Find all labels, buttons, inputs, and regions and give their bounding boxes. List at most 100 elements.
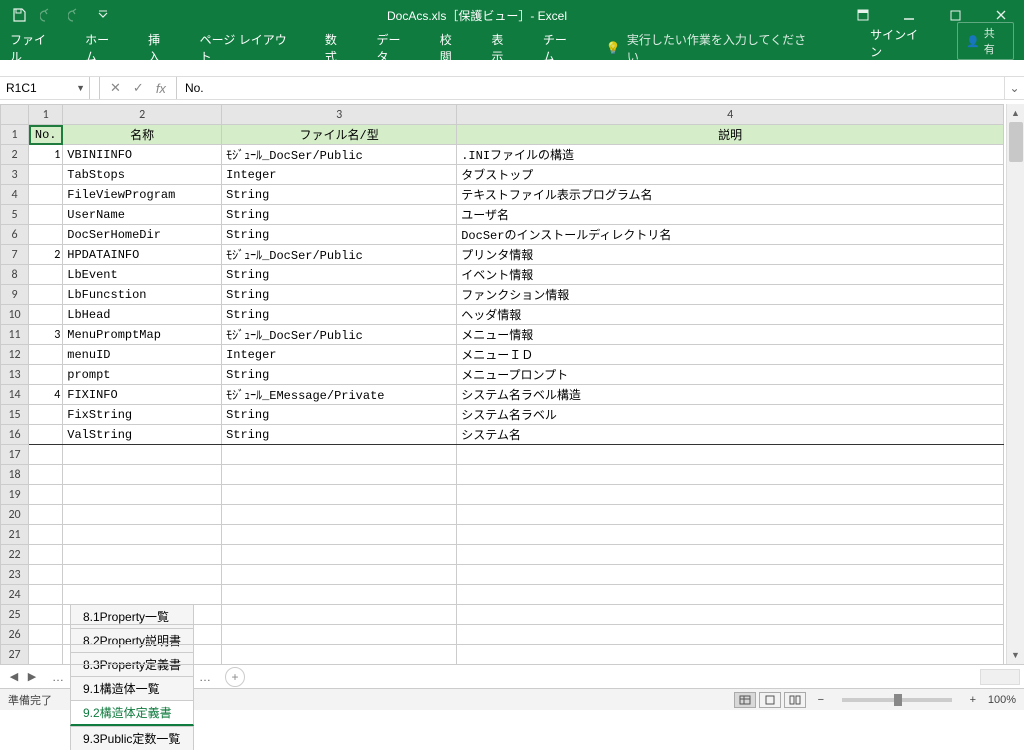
tab-team[interactable]: チーム: [543, 36, 578, 60]
cell[interactable]: No.: [29, 125, 63, 145]
row-header[interactable]: 14: [1, 385, 29, 405]
row-header[interactable]: 22: [1, 545, 29, 565]
row-header[interactable]: 20: [1, 505, 29, 525]
sheet-overflow-right[interactable]: …: [193, 670, 217, 684]
cell[interactable]: TabStops: [63, 165, 222, 185]
cell[interactable]: [222, 585, 457, 605]
cell[interactable]: VBINIINFO: [63, 145, 222, 165]
cell[interactable]: .INIファイルの構造: [457, 145, 1004, 165]
sheet-tab[interactable]: 9.1構造体一覧: [70, 676, 194, 700]
save-icon[interactable]: [8, 4, 30, 26]
cell[interactable]: [63, 505, 222, 525]
zoom-in-button[interactable]: +: [966, 694, 980, 706]
cell[interactable]: String: [222, 425, 457, 445]
tell-me[interactable]: 💡 実行したい作業を入力してください: [606, 36, 814, 60]
cell[interactable]: String: [222, 185, 457, 205]
tab-file[interactable]: ファイル: [10, 36, 57, 60]
cell[interactable]: [63, 565, 222, 585]
cell[interactable]: メニュープロンプト: [457, 365, 1004, 385]
sheet-nav-prev[interactable]: ◀: [6, 670, 22, 683]
cell[interactable]: ﾓｼﾞｭｰﾙ_DocSer/Public: [222, 325, 457, 345]
view-page-layout-icon[interactable]: [759, 692, 781, 708]
cell[interactable]: [457, 465, 1004, 485]
ribbon-display-icon[interactable]: [840, 0, 886, 30]
cell[interactable]: [29, 185, 63, 205]
sheet-overflow-left[interactable]: …: [46, 670, 70, 684]
qat-customize-icon[interactable]: [92, 4, 114, 26]
cell[interactable]: [29, 605, 63, 625]
row-header[interactable]: 3: [1, 165, 29, 185]
cell[interactable]: [222, 525, 457, 545]
cell[interactable]: [29, 545, 63, 565]
select-all-corner[interactable]: [1, 105, 29, 125]
cell[interactable]: [29, 625, 63, 645]
row-header[interactable]: 4: [1, 185, 29, 205]
cell[interactable]: 1: [29, 145, 63, 165]
col-header[interactable]: 2: [63, 105, 222, 125]
cell[interactable]: 名称: [63, 125, 222, 145]
cell[interactable]: FileViewProgram: [63, 185, 222, 205]
row-header[interactable]: 16: [1, 425, 29, 445]
scroll-down-icon[interactable]: ▼: [1007, 646, 1024, 664]
row-header[interactable]: 13: [1, 365, 29, 385]
chevron-down-icon[interactable]: ▼: [76, 83, 85, 93]
sheet-tab[interactable]: 9.3Public定数一覧: [70, 726, 194, 750]
cell[interactable]: テキストファイル表示プログラム名: [457, 185, 1004, 205]
col-header[interactable]: 4: [457, 105, 1004, 125]
cell[interactable]: [29, 225, 63, 245]
cell[interactable]: [222, 505, 457, 525]
cell[interactable]: String: [222, 305, 457, 325]
scroll-thumb[interactable]: [1009, 122, 1023, 162]
tab-view[interactable]: 表示: [491, 36, 515, 60]
cell[interactable]: [29, 505, 63, 525]
cell[interactable]: String: [222, 285, 457, 305]
row-header[interactable]: 24: [1, 585, 29, 605]
cell[interactable]: メニュー情報: [457, 325, 1004, 345]
zoom-slider[interactable]: [842, 698, 952, 702]
cell[interactable]: [29, 425, 63, 445]
row-header[interactable]: 15: [1, 405, 29, 425]
cell[interactable]: DocSerのインストールディレクトリ名: [457, 225, 1004, 245]
zoom-thumb[interactable]: [894, 694, 902, 706]
cell[interactable]: [29, 305, 63, 325]
cell[interactable]: [63, 645, 222, 665]
cell[interactable]: [63, 625, 222, 645]
zoom-out-button[interactable]: −: [814, 694, 828, 706]
cell[interactable]: ﾓｼﾞｭｰﾙ_DocSer/Public: [222, 245, 457, 265]
cell[interactable]: ファンクション情報: [457, 285, 1004, 305]
cell[interactable]: [63, 545, 222, 565]
cell[interactable]: プリンタ情報: [457, 245, 1004, 265]
cell[interactable]: [29, 265, 63, 285]
cell[interactable]: [29, 205, 63, 225]
cell[interactable]: [63, 525, 222, 545]
cell[interactable]: [29, 525, 63, 545]
row-header[interactable]: 19: [1, 485, 29, 505]
cell[interactable]: イベント情報: [457, 265, 1004, 285]
cell[interactable]: [63, 445, 222, 465]
row-header[interactable]: 9: [1, 285, 29, 305]
tab-data[interactable]: データ: [376, 36, 411, 60]
row-header[interactable]: 27: [1, 645, 29, 665]
cell[interactable]: [222, 565, 457, 585]
cancel-formula-button[interactable]: ✕: [110, 80, 121, 96]
cell[interactable]: [29, 365, 63, 385]
cell[interactable]: システム名: [457, 425, 1004, 445]
row-header[interactable]: 23: [1, 565, 29, 585]
cell[interactable]: [29, 485, 63, 505]
row-header[interactable]: 6: [1, 225, 29, 245]
cell[interactable]: [457, 565, 1004, 585]
cell[interactable]: メニューＩＤ: [457, 345, 1004, 365]
cell[interactable]: [29, 445, 63, 465]
cell[interactable]: String: [222, 225, 457, 245]
cell[interactable]: [222, 645, 457, 665]
cell[interactable]: String: [222, 365, 457, 385]
cell[interactable]: Integer: [222, 165, 457, 185]
cell[interactable]: [457, 605, 1004, 625]
row-header[interactable]: 5: [1, 205, 29, 225]
cell[interactable]: [29, 645, 63, 665]
cell[interactable]: String: [222, 405, 457, 425]
cell[interactable]: [457, 445, 1004, 465]
cell[interactable]: prompt: [63, 365, 222, 385]
scroll-up-icon[interactable]: ▲: [1007, 104, 1024, 122]
tab-review[interactable]: 校閲: [440, 36, 464, 60]
